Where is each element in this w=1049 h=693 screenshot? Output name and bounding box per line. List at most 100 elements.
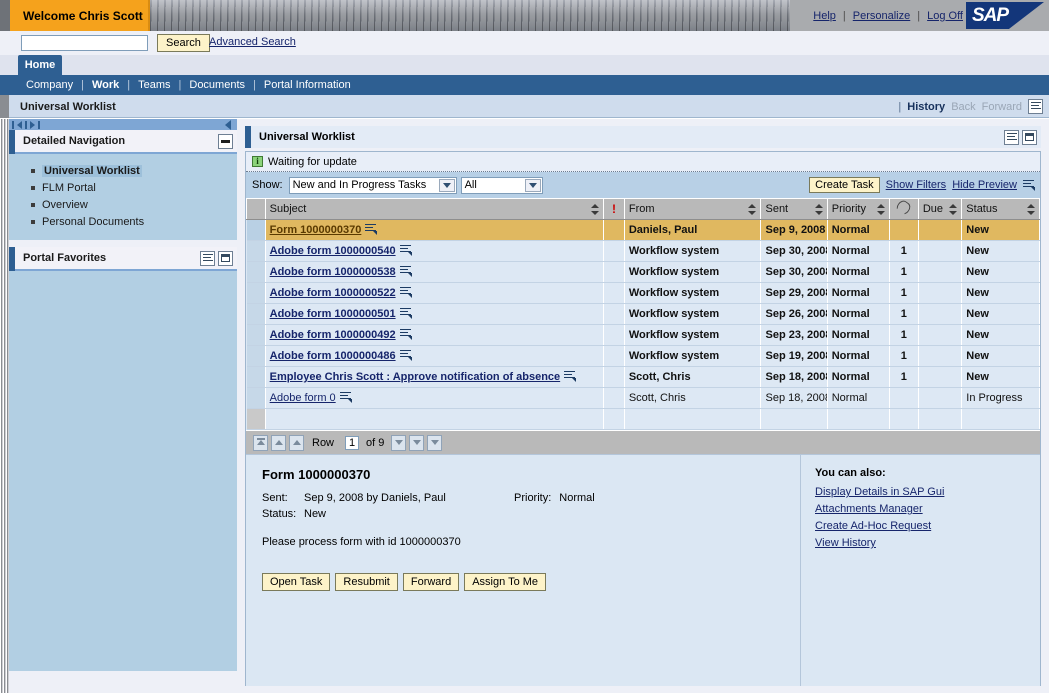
cell-subject[interactable]: Adobe form 1000000538 xyxy=(265,261,605,283)
sort-icon[interactable] xyxy=(1027,204,1035,215)
cell-subject[interactable]: Adobe form 1000000522 xyxy=(265,282,605,304)
scope-filter-select[interactable]: All xyxy=(460,176,543,194)
table-row[interactable]: Form 1000000370 Daniels, Paul Sep 9, 200… xyxy=(246,219,1040,241)
row-menu-icon[interactable] xyxy=(399,329,412,340)
hide-preview-link[interactable]: Hide Preview xyxy=(952,179,1017,191)
row-menu-icon[interactable] xyxy=(339,392,352,403)
row-select-cell[interactable] xyxy=(246,240,266,262)
task-link[interactable]: Adobe form 1000000540 xyxy=(270,245,396,257)
cell-subject[interactable]: Adobe form 1000000492 xyxy=(265,324,605,346)
table-row[interactable]: Adobe form 1000000538 Workflow system Se… xyxy=(246,261,1040,283)
search-button[interactable]: Search xyxy=(157,34,210,52)
cell-subject[interactable]: Adobe form 1000000540 xyxy=(265,240,605,262)
sort-icon[interactable] xyxy=(748,204,757,215)
row-menu-icon[interactable] xyxy=(399,350,412,361)
sidebar-item-personal-documents[interactable]: Personal Documents xyxy=(9,213,237,230)
chevron-right-icon[interactable] xyxy=(30,120,35,129)
view-history-link[interactable]: View History xyxy=(815,537,1040,549)
create-ad-hoc-request-link[interactable]: Create Ad-Hoc Request xyxy=(815,520,1040,532)
task-link[interactable]: Adobe form 1000000486 xyxy=(270,350,396,362)
select-all-header[interactable] xyxy=(246,198,266,220)
help-link[interactable]: Help xyxy=(813,10,836,22)
row-select-cell[interactable] xyxy=(246,324,266,346)
table-row[interactable]: Adobe form 0 Scott, Chris Sep 18, 2008 N… xyxy=(246,387,1040,409)
open-task-button[interactable]: Open Task xyxy=(262,573,331,591)
history-button[interactable]: History xyxy=(907,101,945,113)
column-header-attachments[interactable] xyxy=(888,198,919,220)
nav-item-company[interactable]: Company xyxy=(18,79,81,91)
row-menu-icon[interactable] xyxy=(564,371,577,382)
display-details-sap-gui-link[interactable]: Display Details in SAP Gui xyxy=(815,486,1040,498)
column-header-alert[interactable]: ! xyxy=(603,198,625,220)
create-task-button[interactable]: Create Task xyxy=(809,177,880,193)
nav-item-documents[interactable]: Documents xyxy=(181,79,253,91)
advanced-search-link[interactable]: Advanced Search xyxy=(209,36,296,48)
chevron-down-icon[interactable] xyxy=(524,178,541,192)
column-header-subject[interactable]: Subject xyxy=(264,198,605,220)
row-select-cell[interactable] xyxy=(246,387,266,409)
next-page-block-button[interactable] xyxy=(409,434,425,451)
column-header-priority[interactable]: Priority xyxy=(826,198,890,220)
task-link[interactable]: Adobe form 1000000492 xyxy=(270,329,396,341)
table-row[interactable]: Adobe form 1000000540 Workflow system Se… xyxy=(246,240,1040,262)
previous-page-button[interactable] xyxy=(289,434,304,451)
chevron-down-icon[interactable] xyxy=(438,178,455,192)
previous-page-block-button[interactable] xyxy=(271,434,286,451)
table-row[interactable]: Adobe form 1000000501 Workflow system Se… xyxy=(246,303,1040,325)
cell-subject[interactable]: Adobe form 0 xyxy=(265,387,605,409)
pager-row-input[interactable] xyxy=(345,435,360,450)
iview-options-icon[interactable] xyxy=(1004,129,1019,145)
cell-subject[interactable]: Adobe form 1000000501 xyxy=(265,303,605,325)
row-menu-icon[interactable] xyxy=(399,308,412,319)
column-header-from[interactable]: From xyxy=(623,198,762,220)
row-menu-icon[interactable] xyxy=(399,266,412,277)
table-row[interactable]: Adobe form 1000000492 Workflow system Se… xyxy=(246,324,1040,346)
chevron-left-icon[interactable] xyxy=(17,120,22,129)
tab-home[interactable]: Home xyxy=(18,55,62,75)
task-link[interactable]: Adobe form 0 xyxy=(270,392,336,404)
attachments-manager-link[interactable]: Attachments Manager xyxy=(815,503,1040,515)
row-select-cell[interactable] xyxy=(246,282,266,304)
task-link[interactable]: Form 1000000370 xyxy=(270,224,362,236)
task-link[interactable]: Employee Chris Scott : Approve notificat… xyxy=(270,371,561,383)
forward-button[interactable]: Forward xyxy=(402,573,460,591)
sort-icon[interactable] xyxy=(949,204,958,215)
next-page-button[interactable] xyxy=(391,434,407,451)
row-menu-icon[interactable] xyxy=(399,245,412,256)
column-header-sent[interactable]: Sent xyxy=(760,198,828,220)
table-settings-icon[interactable] xyxy=(1023,180,1035,191)
table-row[interactable]: Adobe form 1000000522 Workflow system Se… xyxy=(246,282,1040,304)
row-menu-icon[interactable] xyxy=(399,287,412,298)
resubmit-button[interactable]: Resubmit xyxy=(335,573,398,591)
sidebar-item-universal-worklist[interactable]: Universal Worklist xyxy=(9,162,237,179)
show-filters-link[interactable]: Show Filters xyxy=(886,179,947,191)
last-page-button[interactable] xyxy=(427,434,443,451)
row-menu-icon[interactable] xyxy=(365,224,378,235)
nav-item-work[interactable]: Work xyxy=(84,79,127,91)
table-row[interactable]: Adobe form 1000000486 Workflow system Se… xyxy=(246,345,1040,367)
table-row[interactable]: Employee Chris Scott : Approve notificat… xyxy=(246,366,1040,388)
first-page-button[interactable] xyxy=(253,434,268,451)
row-select-cell[interactable] xyxy=(246,345,266,367)
page-options-icon[interactable] xyxy=(1028,99,1043,114)
favorites-options-icon[interactable] xyxy=(200,250,215,266)
task-link[interactable]: Adobe form 1000000538 xyxy=(270,266,396,278)
column-header-due[interactable]: Due xyxy=(917,198,963,220)
sort-icon[interactable] xyxy=(591,204,600,215)
row-select-cell[interactable] xyxy=(246,219,266,241)
log-off-link[interactable]: Log Off xyxy=(927,10,963,22)
task-filter-select[interactable]: New and In Progress Tasks xyxy=(288,176,457,194)
row-select-cell[interactable] xyxy=(246,303,266,325)
search-input[interactable] xyxy=(21,35,148,51)
sidebar-item-flm-portal[interactable]: FLM Portal xyxy=(9,179,237,196)
task-link[interactable]: Adobe form 1000000501 xyxy=(270,308,396,320)
nav-item-portal-information[interactable]: Portal Information xyxy=(256,79,359,91)
minimize-icon[interactable] xyxy=(218,133,233,149)
cell-subject[interactable]: Form 1000000370 xyxy=(265,219,605,241)
sidebar-item-overview[interactable]: Overview xyxy=(9,196,237,213)
sort-icon[interactable] xyxy=(876,204,885,215)
sidebar-resize-bar[interactable] xyxy=(9,119,237,130)
cell-subject[interactable]: Employee Chris Scott : Approve notificat… xyxy=(265,366,605,388)
personalize-link[interactable]: Personalize xyxy=(853,10,910,22)
sort-icon[interactable] xyxy=(814,204,823,215)
